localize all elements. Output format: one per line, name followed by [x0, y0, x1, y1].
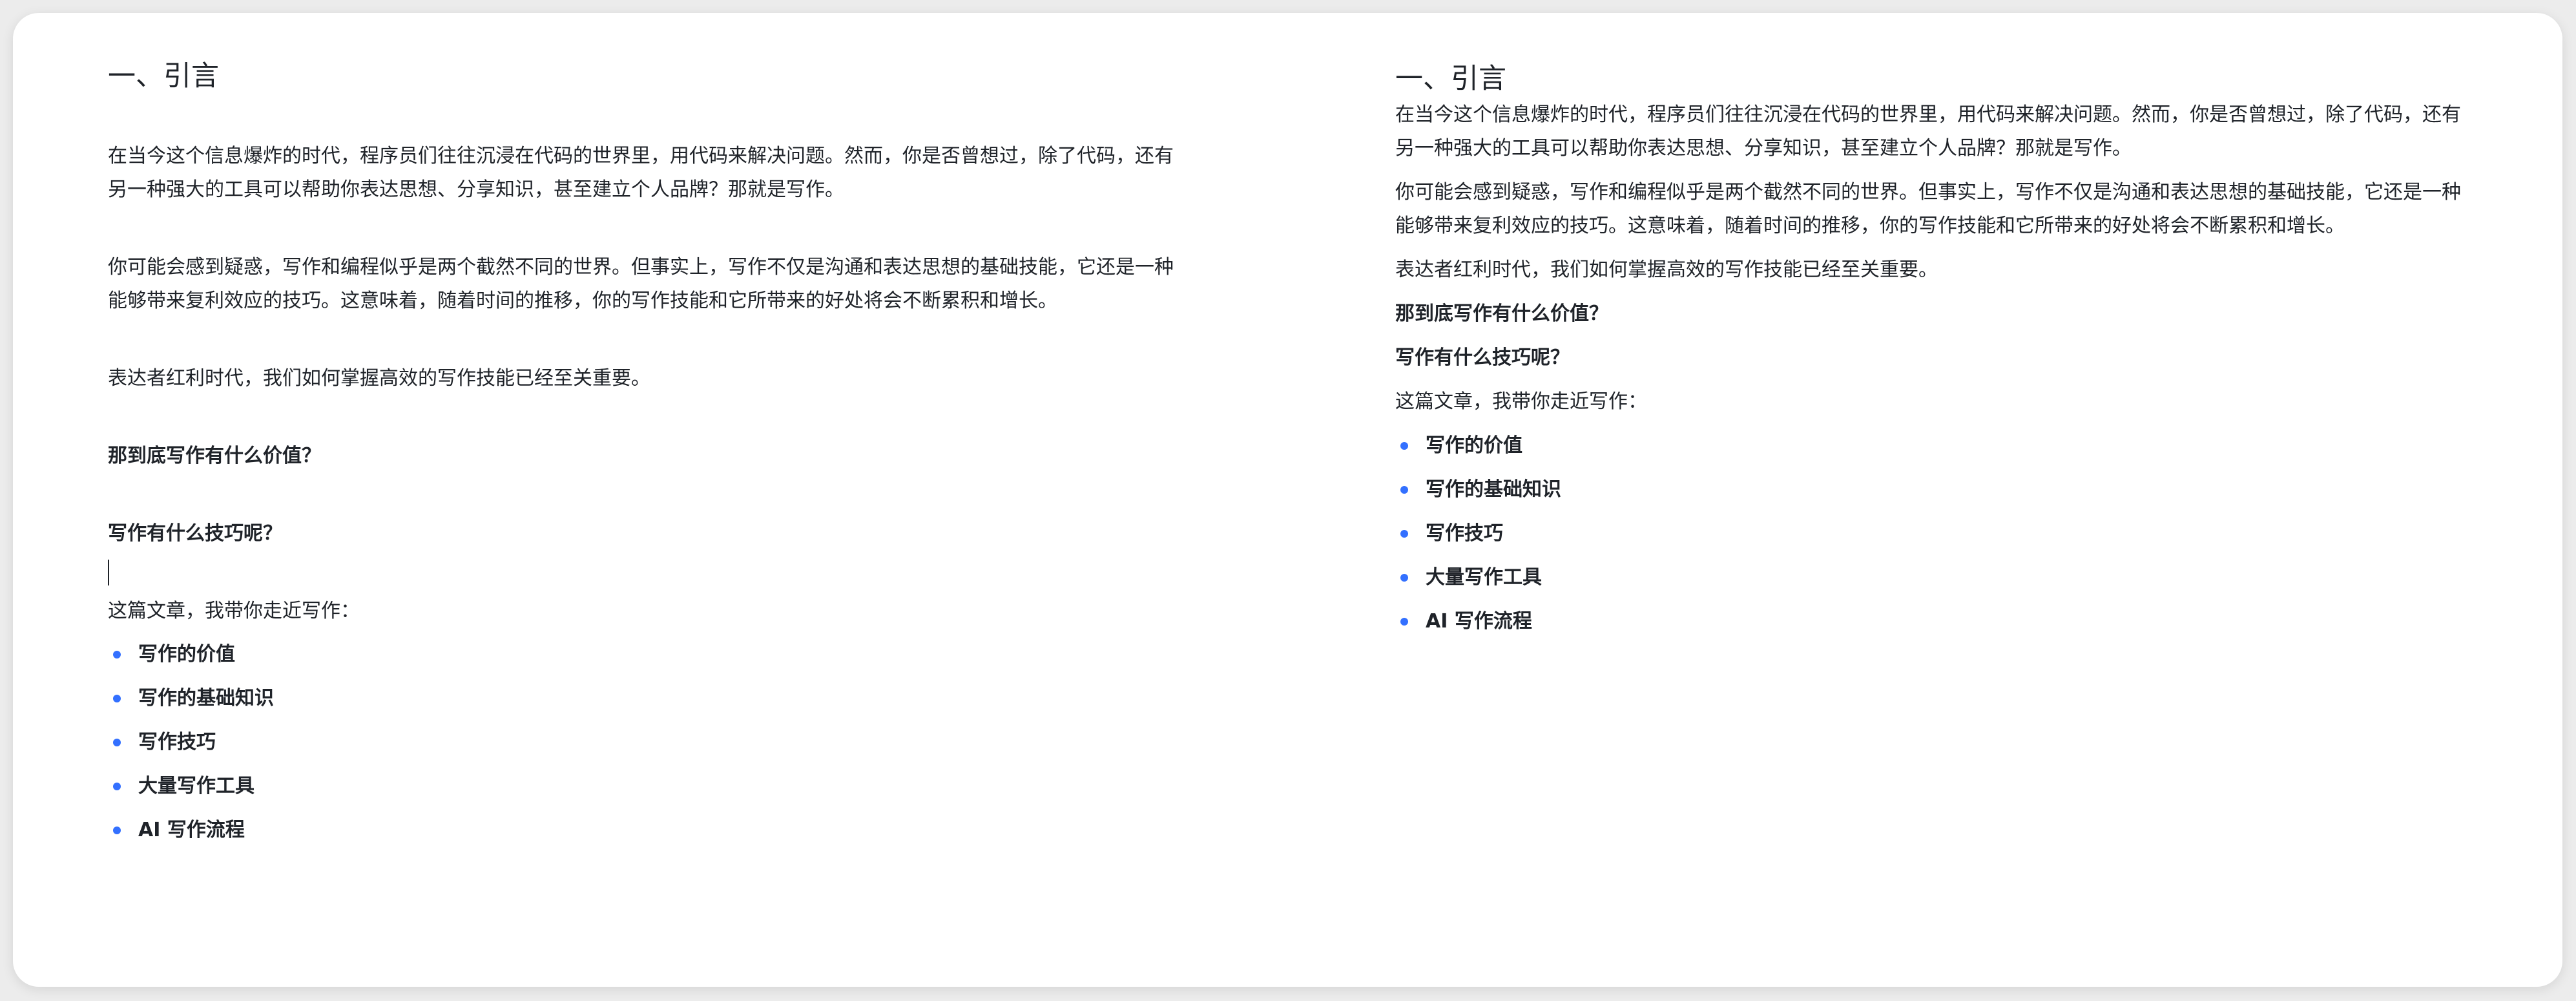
bullet-dot-icon [113, 651, 121, 659]
preview-pane: 一、引言 在当今这个信息爆炸的时代，程序员们往往沉浸在代码的世界里，用代码来解决… [1395, 13, 2471, 649]
bullet-dot-icon [113, 695, 121, 702]
bullet-dot-icon [1400, 442, 1408, 450]
bullet-dot-icon [1400, 486, 1408, 494]
document-card: 一、引言 在当今这个信息爆炸的时代，程序员们往往沉浸在代码的世界里，用代码来解决… [13, 13, 2562, 987]
paragraph-article-intro: 这篇文章，我带你走近写作： [1395, 390, 1647, 413]
section-heading: 一、引言 [1395, 63, 1506, 95]
question-skills: 写作有什么技巧呢？ [1395, 346, 1570, 369]
list-item-label: 写作的基础知识 [1426, 478, 1561, 501]
question-value: 那到底写作有什么价值？ [1395, 302, 1608, 325]
list-item[interactable]: 写作的价值 [108, 638, 1180, 671]
empty-line[interactable] [108, 551, 1180, 595]
list-item: 大量写作工具 [1395, 561, 2471, 595]
bullet-dot-icon [113, 827, 121, 834]
paragraph-doubt: 你可能会感到疑惑，写作和编程似乎是两个截然不同的世界。但事实上，写作不仅是沟通和… [1395, 181, 2461, 237]
text-cursor [108, 560, 109, 585]
paragraph-doubt[interactable]: 你可能会感到疑惑，写作和编程似乎是两个截然不同的世界。但事实上，写作不仅是沟通和… [108, 251, 1180, 318]
list-item-label: 写作技巧 [1426, 522, 1503, 545]
paragraph-article-intro[interactable]: 这篇文章，我带你走近写作： [108, 595, 1180, 628]
list-item: 写作的价值 [1395, 429, 2471, 463]
list-item: 写作技巧 [1395, 517, 2471, 551]
editor-pane[interactable]: 一、引言 在当今这个信息爆炸的时代，程序员们往往沉浸在代码的世界里，用代码来解决… [108, 13, 1180, 858]
bullet-dot-icon [1400, 530, 1408, 538]
bullet-dot-icon [113, 739, 121, 746]
list-item-label: 写作的价值 [1426, 434, 1522, 457]
question-skills[interactable]: 写作有什么技巧呢？ [108, 517, 1180, 551]
list-item[interactable]: 大量写作工具 [108, 770, 1180, 803]
section-heading: 一、引言 [108, 60, 219, 92]
bullet-dot-icon [1400, 574, 1408, 582]
list-item-label: 写作的价值 [138, 643, 235, 666]
paragraph-era: 表达者红利时代，我们如何掌握高效的写作技能已经至关重要。 [1395, 258, 1938, 281]
paragraph-era[interactable]: 表达者红利时代，我们如何掌握高效的写作技能已经至关重要。 [108, 362, 1180, 395]
list-item-label: AI 写作流程 [1426, 610, 1532, 633]
bullet-dot-icon [1400, 618, 1408, 626]
list-item-label: 大量写作工具 [1426, 566, 1542, 589]
list-item-label: AI 写作流程 [138, 819, 245, 841]
list-item-label: 大量写作工具 [138, 775, 254, 797]
list-item[interactable]: 写作技巧 [108, 726, 1180, 759]
list-item[interactable]: AI 写作流程 [108, 814, 1180, 847]
list-item: 写作的基础知识 [1395, 473, 2471, 507]
list-item: AI 写作流程 [1395, 605, 2471, 638]
bullet-dot-icon [113, 783, 121, 790]
list-item-label: 写作技巧 [138, 731, 216, 753]
bullet-list: 写作的价值 写作的基础知识 写作技巧 大量写作工具 AI 写作流程 [1395, 429, 2471, 638]
bullet-list: 写作的价值 写作的基础知识 写作技巧 大量写作工具 AI 写作流程 [108, 638, 1180, 847]
paragraph-intro[interactable]: 在当今这个信息爆炸的时代，程序员们往往沉浸在代码的世界里，用代码来解决问题。然而… [108, 140, 1180, 207]
paragraph-intro: 在当今这个信息爆炸的时代，程序员们往往沉浸在代码的世界里，用代码来解决问题。然而… [1395, 103, 2461, 160]
question-value[interactable]: 那到底写作有什么价值？ [108, 439, 1180, 473]
list-item[interactable]: 写作的基础知识 [108, 682, 1180, 715]
list-item-label: 写作的基础知识 [138, 687, 274, 710]
